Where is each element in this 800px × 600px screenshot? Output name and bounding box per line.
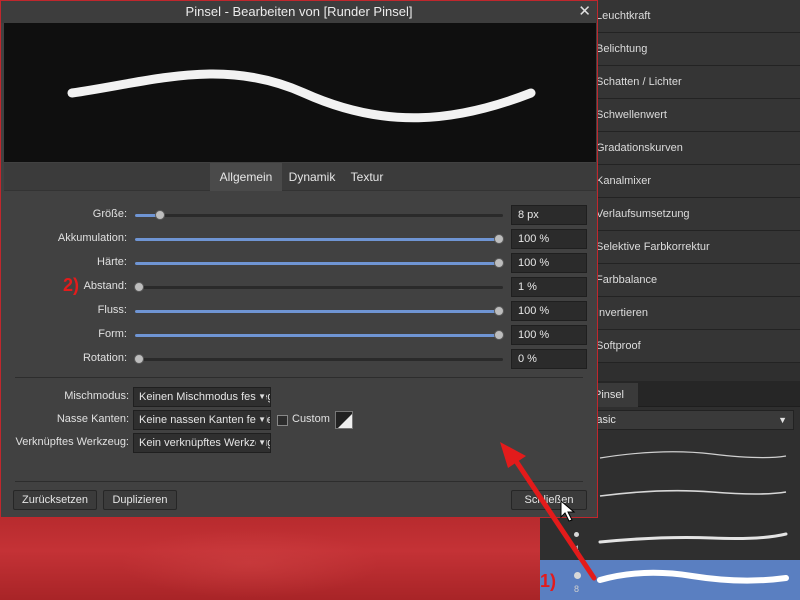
slider-row-groesse: Größe: 8 px xyxy=(1,205,597,225)
mischmodus-value: Keinen Mischmodus festlegen xyxy=(139,391,270,403)
brush-stroke-preview xyxy=(597,569,789,584)
brush-stroke-preview-large xyxy=(67,69,536,123)
slider-label: Fluss: xyxy=(97,304,127,316)
wet-edge-curve-swatch[interactable] xyxy=(335,411,353,429)
nasse-kanten-label: Nasse Kanten: xyxy=(56,413,129,425)
werkzeug-label: Verknüpftes Werkzeug: xyxy=(15,436,129,448)
tab-dynamik[interactable]: Dynamik xyxy=(284,163,340,191)
mischmodus-select[interactable]: Keinen Mischmodus festlegen ▼ xyxy=(133,387,271,407)
custom-checkbox[interactable] xyxy=(277,415,288,426)
mouse-cursor-icon xyxy=(560,500,576,522)
nasse-kanten-select[interactable]: Keine nassen Kanten festlegen ▼ xyxy=(133,410,271,430)
divider xyxy=(15,481,583,482)
slider-row-akkumulation: Akkumulation: 100 % xyxy=(1,229,597,249)
nasse-kanten-row: Nasse Kanten: Keine nassen Kanten festle… xyxy=(1,410,597,430)
haerte-slider[interactable] xyxy=(135,258,504,268)
fluss-value-field[interactable]: 100 % xyxy=(511,301,587,321)
slider-label: Größe: xyxy=(92,208,127,220)
chevron-down-icon: ▼ xyxy=(256,411,266,429)
rotation-slider[interactable] xyxy=(134,354,503,364)
form-slider[interactable] xyxy=(135,330,504,340)
akkumulation-slider[interactable] xyxy=(135,234,504,244)
slider-label: Akkumulation: xyxy=(57,232,127,244)
brush-category-select[interactable]: Basic ▼ xyxy=(580,410,794,430)
slider-handle[interactable] xyxy=(134,282,144,292)
slider-handle[interactable] xyxy=(494,258,504,268)
slider-row-rotation: Rotation: 0 % xyxy=(1,349,597,369)
slider-row-fluss: Fluss: 100 % xyxy=(1,301,597,321)
abstand-value-field[interactable]: 1 % xyxy=(511,277,587,297)
annotation-step-1: 1) xyxy=(540,571,557,591)
dialog-title: Pinsel - Bearbeiten von [Runder Pinsel] xyxy=(185,4,413,19)
slider-row-abstand: Abstand: 1 % xyxy=(1,277,597,297)
chevron-down-icon: ▼ xyxy=(778,415,787,425)
mischmodus-row: Mischmodus: Keinen Mischmodus festlegen … xyxy=(1,387,597,407)
brush-preview xyxy=(4,23,596,162)
slider-label: Härte: xyxy=(97,256,127,268)
divider xyxy=(15,377,583,378)
tab-textur[interactable]: Textur xyxy=(344,163,390,191)
brush-dot-icon xyxy=(574,572,581,579)
slider-label: Form: xyxy=(98,328,127,340)
slider-handle[interactable] xyxy=(134,354,144,364)
chevron-down-icon: ▼ xyxy=(256,434,266,452)
brush-stroke-preview xyxy=(599,489,787,497)
slider-label: Rotation: xyxy=(82,352,127,364)
custom-label: Custom xyxy=(292,413,330,425)
curve-icon xyxy=(338,414,352,428)
annotation-step-2: 2) xyxy=(63,275,80,295)
slider-handle[interactable] xyxy=(494,306,504,316)
dialog-tabs: Allgemein Dynamik Textur xyxy=(4,163,596,191)
slider-handle[interactable] xyxy=(494,330,504,340)
groesse-value-field[interactable]: 8 px xyxy=(511,205,587,225)
slider-label: Abstand: xyxy=(83,280,127,292)
brush-size-label: 8 xyxy=(574,584,580,594)
haerte-value-field[interactable]: 100 % xyxy=(511,253,587,273)
slider-row-form: Form: 100 % xyxy=(1,325,597,345)
mischmodus-label: Mischmodus: xyxy=(64,390,129,402)
akkumulation-value-field[interactable]: 100 % xyxy=(511,229,587,249)
brush-dot-icon xyxy=(574,532,579,537)
brush-item-selected[interactable]: 8 xyxy=(540,560,800,600)
brush-size-label: 4 xyxy=(574,544,580,554)
dialog-titlebar[interactable]: Pinsel - Bearbeiten von [Runder Pinsel] … xyxy=(1,1,597,23)
fluss-slider[interactable] xyxy=(135,306,504,316)
werkzeug-value: Kein verknüpftes Werkzeug xyxy=(139,437,271,449)
reset-button[interactable]: Zurücksetzen xyxy=(13,490,97,510)
brush-edit-dialog: Pinsel - Bearbeiten von [Runder Pinsel] … xyxy=(0,0,598,518)
werkzeug-row: Verknüpftes Werkzeug: Kein verknüpftes W… xyxy=(1,433,597,453)
slider-handle[interactable] xyxy=(155,210,165,220)
nasse-kanten-value: Keine nassen Kanten festlegen xyxy=(139,414,270,426)
werkzeug-select[interactable]: Kein verknüpftes Werkzeug ▼ xyxy=(133,433,271,453)
rotation-value-field[interactable]: 0 % xyxy=(511,349,587,369)
groesse-slider[interactable] xyxy=(135,210,503,220)
slider-handle[interactable] xyxy=(494,234,504,244)
abstand-slider[interactable] xyxy=(134,282,503,292)
brush-stroke-preview xyxy=(599,451,787,459)
document-canvas[interactable] xyxy=(0,518,540,600)
close-icon[interactable]: ✕ xyxy=(578,1,591,23)
form-value-field[interactable]: 100 % xyxy=(511,325,587,345)
tab-allgemein[interactable]: Allgemein xyxy=(210,163,282,191)
duplicate-button[interactable]: Duplizieren xyxy=(103,490,177,510)
chevron-down-icon: ▼ xyxy=(256,388,266,406)
slider-row-haerte: Härte: 100 % xyxy=(1,253,597,273)
